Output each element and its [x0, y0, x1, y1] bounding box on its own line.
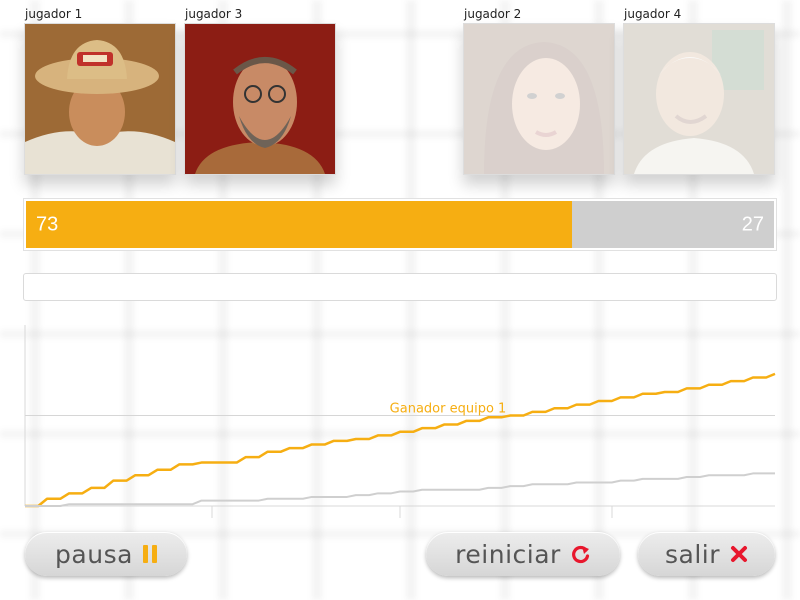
- player-1-label: jugador 1: [25, 7, 83, 21]
- restart-icon: [571, 544, 591, 564]
- player-2-photo: [463, 23, 615, 175]
- player-3-photo: [184, 23, 336, 175]
- player-4-label: jugador 4: [624, 7, 682, 21]
- score-track: 73 27: [26, 201, 774, 248]
- message-box: [23, 273, 777, 301]
- team-2-score: 27: [741, 213, 764, 235]
- player-3-label: jugador 3: [185, 7, 243, 21]
- player-4: jugador 4: [623, 6, 775, 175]
- restart-button[interactable]: reiniciar: [426, 532, 620, 576]
- player-2-label: jugador 2: [464, 7, 522, 21]
- restart-label: reiniciar: [455, 539, 561, 569]
- team-1-score-fill: [26, 201, 573, 248]
- pause-button[interactable]: pausa: [25, 532, 187, 576]
- player-4-photo: [623, 23, 775, 175]
- score-bar: 73 27: [23, 198, 777, 251]
- team-2-score-line: [25, 472, 775, 507]
- pause-label: pausa: [55, 539, 133, 569]
- winner-annotation: Ganador equipo 1: [390, 402, 507, 417]
- exit-label: salir: [664, 539, 720, 569]
- team-1-score-line: [25, 372, 776, 508]
- pause-icon: [142, 545, 157, 563]
- team-1-score: 73: [36, 213, 59, 235]
- player-3: jugador 3: [184, 6, 336, 175]
- player-1-photo: [24, 23, 176, 175]
- exit-button[interactable]: salir: [638, 532, 775, 576]
- player-2: jugador 2: [463, 6, 615, 175]
- close-icon: [730, 545, 748, 563]
- player-1: jugador 1: [24, 6, 176, 175]
- score-history-chart: Ganador equipo 1: [24, 325, 776, 518]
